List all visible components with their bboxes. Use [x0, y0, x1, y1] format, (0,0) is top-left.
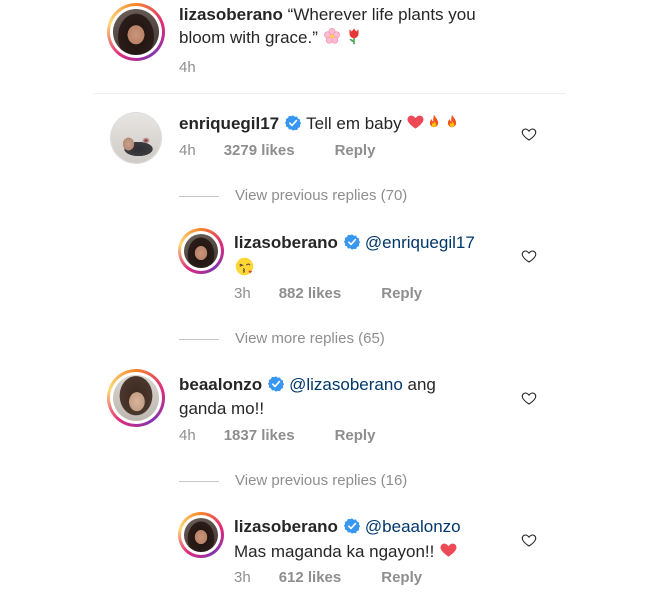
comment-2-line-2: ganda mo!!: [179, 398, 264, 420]
comment-1-text: Tell em baby: [306, 114, 402, 133]
avatar-caption[interactable]: [107, 3, 165, 61]
caption-text-2: bloom with grace.”: [179, 28, 318, 47]
view-more-replies-1-label: View more replies (65): [235, 330, 385, 347]
comment-2-text-2: ganda mo!!: [179, 399, 265, 418]
red-heart-icon: [439, 540, 458, 565]
view-previous-replies-2[interactable]: View previous replies (16): [179, 472, 407, 490]
red-heart-icon: [406, 112, 425, 137]
like-heart-icon[interactable]: [521, 390, 537, 406]
view-replies-divider: [179, 195, 219, 197]
view-replies-divider: [179, 480, 219, 482]
avatar-beaalonzo[interactable]: [107, 369, 165, 427]
comment-2-text: ang: [407, 375, 436, 394]
reply-1-meta: 3h 882 likes Reply: [234, 285, 422, 303]
comment-1-time: 4h: [179, 142, 196, 159]
reply-2-likes[interactable]: 612 likes: [279, 569, 342, 586]
view-previous-replies-1-label: View previous replies (70): [235, 187, 408, 204]
caption-username[interactable]: lizasoberano: [179, 5, 283, 24]
comment-2-reply-button[interactable]: Reply: [335, 427, 376, 444]
view-previous-replies-2-label: View previous replies (16): [235, 472, 408, 489]
view-previous-replies-1[interactable]: View previous replies (70): [179, 187, 407, 205]
reply-2-reply-button[interactable]: Reply: [381, 569, 422, 586]
fire-icon: [443, 113, 461, 137]
comment-2-line-1: beaalonzo @lizasoberano ang: [179, 374, 436, 398]
caption-line-2: bloom with grace.”: [179, 27, 363, 51]
caption-time: 4h: [179, 59, 196, 76]
reply-2-text: Mas maganda ka ngayon!!: [234, 542, 435, 561]
view-more-replies-1[interactable]: View more replies (65): [179, 330, 385, 348]
reply-1-line-1: lizasoberano @enriquegil17: [234, 232, 475, 256]
reply-1-reply-button[interactable]: Reply: [381, 285, 422, 302]
caption-text-1: “Wherever life plants you: [287, 5, 476, 24]
reply-2-mention[interactable]: @beaalonzo: [365, 517, 461, 536]
comment-1-line: enriquegil17 Tell em baby: [179, 112, 461, 137]
avatar-reply-lizasoberano-1[interactable]: [178, 228, 224, 274]
reply-1-line-2: [234, 256, 255, 283]
verified-badge-icon: [344, 234, 360, 256]
caption-divider: [94, 93, 566, 94]
comment-2-username[interactable]: beaalonzo: [179, 375, 262, 394]
comment-2-mention[interactable]: @lizasoberano: [289, 375, 403, 394]
cherry-blossom-icon: [323, 27, 341, 51]
reply-1-username[interactable]: lizasoberano: [234, 233, 338, 252]
reply-2-line-1: lizasoberano @beaalonzo: [234, 516, 461, 540]
reply-1-likes[interactable]: 882 likes: [279, 285, 342, 302]
reply-2-meta: 3h 612 likes Reply: [234, 569, 422, 587]
comment-1-reply-button[interactable]: Reply: [335, 142, 376, 159]
comment-2-meta: 4h 1837 likes Reply: [179, 427, 375, 445]
like-heart-icon[interactable]: [521, 532, 537, 548]
like-heart-icon[interactable]: [521, 126, 537, 142]
comment-1-username[interactable]: enriquegil17: [179, 114, 279, 133]
reply-1-mention[interactable]: @enriquegil17: [365, 233, 475, 252]
fire-icon: [425, 113, 443, 137]
reply-2-time: 3h: [234, 569, 251, 586]
reply-2-line-2: Mas maganda ka ngayon!!: [234, 540, 458, 565]
like-heart-icon[interactable]: [521, 248, 537, 264]
comment-2-likes[interactable]: 1837 likes: [224, 427, 295, 444]
caption-line-1: lizasoberano “Wherever life plants you: [179, 4, 476, 26]
view-replies-divider: [179, 338, 219, 340]
verified-badge-icon: [285, 115, 301, 137]
avatar-reply-lizasoberano-2[interactable]: [178, 512, 224, 558]
face-blowing-a-kiss-icon: [234, 256, 255, 283]
verified-badge-icon: [344, 518, 360, 540]
verified-badge-icon: [268, 376, 284, 398]
comment-2-time: 4h: [179, 427, 196, 444]
tulip-icon: [345, 27, 363, 51]
avatar-enriquegil17[interactable]: [110, 112, 162, 164]
comment-1-meta: 4h 3279 likes Reply: [179, 142, 375, 160]
reply-1-time: 3h: [234, 285, 251, 302]
reply-2-username[interactable]: lizasoberano: [234, 517, 338, 536]
comment-1-likes[interactable]: 3279 likes: [224, 142, 295, 159]
